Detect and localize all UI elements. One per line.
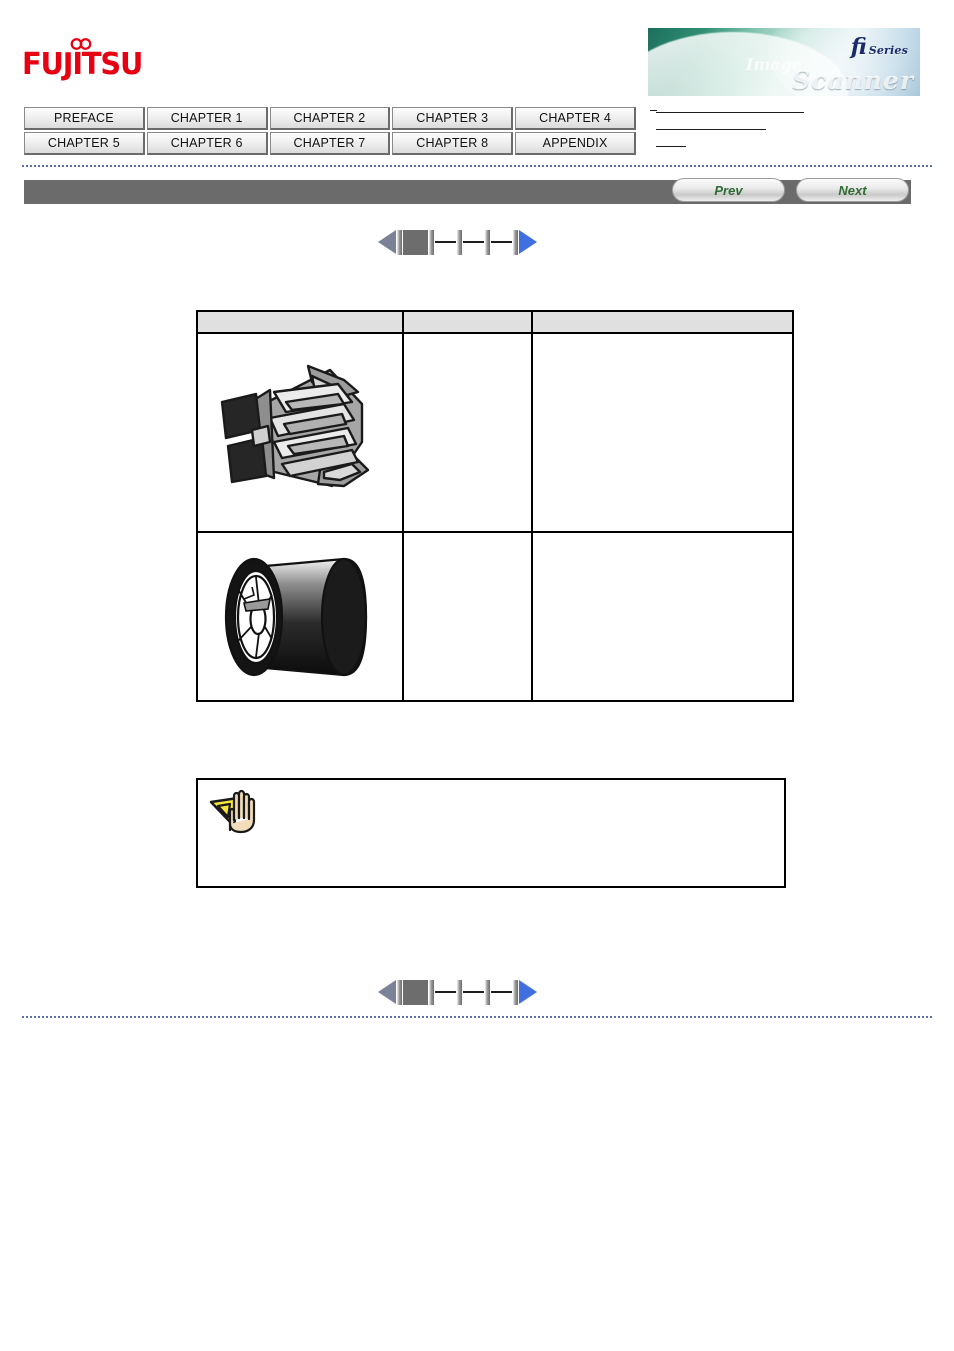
parts-header-description [531,310,794,334]
step-divider-2 [457,229,462,255]
header-rule-3 [656,146,686,147]
page-stepper-top[interactable] [378,228,537,256]
pad-assembly-illustration [220,364,370,487]
step-dash-4[interactable] [491,991,512,993]
step-divider-0 [397,229,402,255]
next-button[interactable]: Next [796,178,909,202]
nav-tab-chapter-7[interactable]: CHAPTER 7 [269,132,391,155]
dotted-separator-bottom [22,1016,932,1018]
nav-tab-chapter-8[interactable]: CHAPTER 8 [392,132,514,155]
pick-roller-illustration [224,557,368,676]
consumable-parts-table [196,310,794,702]
parts-header-quantity [402,310,533,334]
step-divider-0 [397,979,402,1005]
parts-table-head [196,310,794,334]
nav-tab-chapter-3[interactable]: CHAPTER 3 [392,107,514,130]
page-toolbar: Prev Next [24,178,911,204]
step-dash-2[interactable] [435,991,456,993]
step-divider-3 [485,979,490,1005]
nav-tab-preface[interactable]: PREFACE [24,107,145,130]
chapter-nav-row-1: PREFACE CHAPTER 1 CHAPTER 2 CHAPTER 3 CH… [24,107,636,130]
parts-header-image [196,310,404,334]
step-dash-4[interactable] [491,241,512,243]
table-row [196,531,794,702]
nav-tab-appendix[interactable]: APPENDIX [515,132,636,155]
banner-fi-letters: fi [850,34,867,60]
step-divider-3 [485,229,490,255]
parts-cell-description-pad [531,332,794,533]
nav-tab-chapter-5[interactable]: CHAPTER 5 [24,132,145,155]
header-rule-group [650,110,936,163]
fi-series-banner: Image Scanner fi Series [648,28,920,96]
header-rule-2 [656,129,766,130]
nav-tab-chapter-6[interactable]: CHAPTER 6 [146,132,268,155]
banner-scanner-word: Scanner [792,66,914,95]
fujitsu-wordmark: FUJITSU [22,47,143,82]
step-next-arrow[interactable] [519,980,537,1004]
step-dash-2[interactable] [435,241,456,243]
pick-roller-figure [198,533,402,700]
step-block-current[interactable] [403,229,428,255]
parts-table-body [196,332,794,702]
parts-cell-description-roller [531,531,794,702]
parts-cell-quantity-roller [402,531,533,702]
nav-tab-chapter-4[interactable]: CHAPTER 4 [515,107,636,130]
step-dash-3[interactable] [463,241,484,243]
step-next-arrow[interactable] [519,230,537,254]
banner-fi-mark: fi Series [851,34,908,60]
pad-assembly-figure [198,334,402,531]
page-stepper-bottom[interactable] [378,978,537,1006]
step-divider-1 [429,979,434,1005]
banner-series-word: Series [868,44,908,57]
step-divider-4 [513,229,518,255]
step-divider-1 [429,229,434,255]
step-prev-arrow[interactable] [378,230,396,254]
parts-cell-image-pad [196,332,404,533]
table-row [196,332,794,533]
fujitsu-logo: FUJITSU [22,36,143,90]
prev-button[interactable]: Prev [672,178,785,202]
step-dash-3[interactable] [463,991,484,993]
chapter-navigation[interactable]: PREFACE CHAPTER 1 CHAPTER 2 CHAPTER 3 CH… [24,107,636,157]
dotted-separator-top [22,165,932,167]
step-divider-2 [457,979,462,1005]
header-rule-tick [650,110,657,111]
nav-tab-chapter-2[interactable]: CHAPTER 2 [269,107,391,130]
step-block-current[interactable] [403,979,428,1005]
parts-cell-quantity-pad [402,332,533,533]
chapter-nav-row-2: CHAPTER 5 CHAPTER 6 CHAPTER 7 CHAPTER 8 … [24,132,636,155]
attention-note-box [196,778,786,888]
parts-cell-image-roller [196,531,404,702]
step-prev-arrow[interactable] [378,980,396,1004]
parts-table-header-row [196,310,794,334]
header-rule-1 [650,110,804,113]
step-divider-4 [513,979,518,1005]
nav-tab-chapter-1[interactable]: CHAPTER 1 [146,107,268,130]
attention-hand-icon [209,789,256,834]
